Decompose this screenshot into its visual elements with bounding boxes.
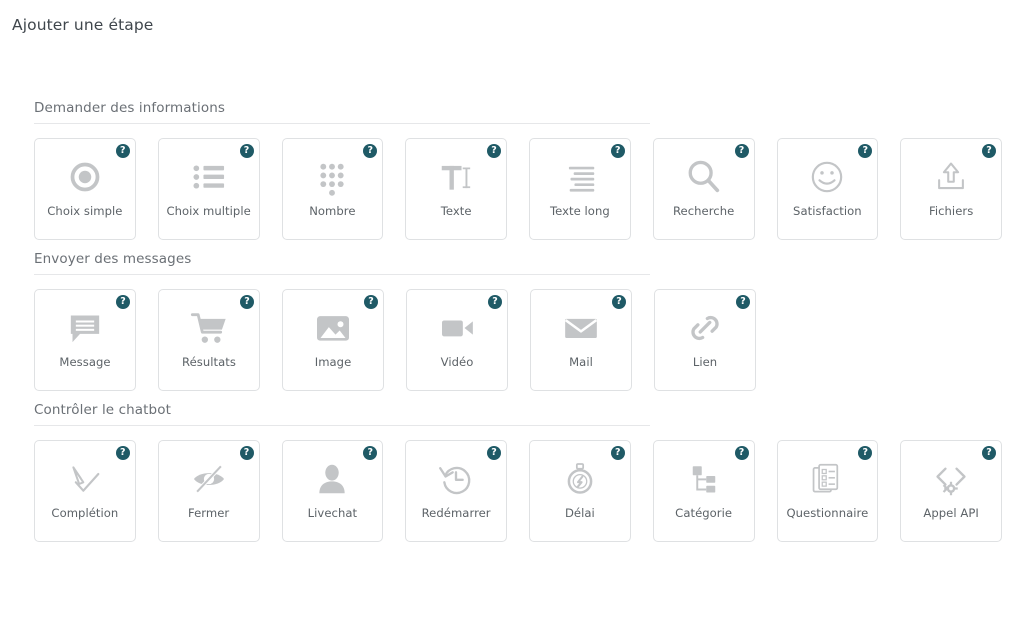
step-card-label: Vidéo bbox=[440, 355, 474, 369]
help-badge-icon[interactable]: ? bbox=[612, 295, 626, 309]
step-card-label: Fermer bbox=[188, 506, 230, 520]
step-card[interactable]: ? Nombre bbox=[281, 138, 384, 240]
section-header: Contrôler le chatbot bbox=[34, 402, 650, 426]
help-badge-icon[interactable]: ? bbox=[115, 446, 130, 460]
step-card[interactable]: ? Image bbox=[282, 289, 384, 391]
step-card[interactable]: ? Résultats bbox=[158, 289, 260, 391]
step-card[interactable]: ? Lien bbox=[654, 289, 756, 391]
step-card-label: Redémarrer bbox=[421, 506, 491, 520]
step-card-label: Choix multiple bbox=[166, 204, 251, 218]
step-card-label: Livechat bbox=[307, 506, 358, 520]
step-card-label: Recherche bbox=[672, 204, 735, 218]
help-badge-icon[interactable]: ? bbox=[982, 144, 996, 158]
help-badge-icon[interactable]: ? bbox=[982, 446, 996, 460]
card-grid: ? Choix simple? Choix multiple? Nombre? Text… bbox=[34, 138, 1024, 240]
step-card-label: Complétion bbox=[51, 506, 119, 520]
step-card[interactable]: ? Mail bbox=[530, 289, 632, 391]
step-card[interactable]: ? Vidéo bbox=[406, 289, 508, 391]
step-card[interactable]: ? Appel API bbox=[900, 440, 1002, 542]
step-card-label: Fichiers bbox=[928, 204, 974, 218]
help-badge-icon[interactable]: ? bbox=[736, 295, 750, 309]
card-grid: ? Message? Résultats? Image? Vidéo? Mail? Lien bbox=[34, 289, 1024, 391]
step-card-label: Texte bbox=[440, 204, 472, 218]
step-card[interactable]: ? Fichiers bbox=[900, 138, 1002, 240]
section-header: Envoyer des messages bbox=[34, 251, 650, 275]
section-envoyer-des-messages: Envoyer des messages? Message? Résultats? I… bbox=[0, 251, 1024, 391]
help-badge-icon[interactable]: ? bbox=[488, 295, 502, 309]
help-badge-icon[interactable]: ? bbox=[115, 144, 130, 158]
step-card-label: Appel API bbox=[923, 506, 979, 520]
section-header: Demander des informations bbox=[34, 100, 650, 124]
step-card[interactable]: ? Fermer bbox=[157, 440, 260, 542]
step-card-label: Texte long bbox=[549, 204, 610, 218]
card-grid: ? Complétion? Fermer? Livechat? Redémarrer? D… bbox=[34, 440, 1024, 542]
step-card[interactable]: ? Recherche bbox=[652, 138, 755, 240]
help-badge-icon[interactable]: ? bbox=[734, 446, 749, 460]
help-badge-icon[interactable]: ? bbox=[116, 295, 130, 309]
step-card[interactable]: ? Complétion bbox=[34, 440, 136, 542]
step-card[interactable]: ? Satisfaction bbox=[776, 138, 879, 240]
section-controler-le-chatbot: Contrôler le chatbot? Complétion? Fermer? L… bbox=[0, 402, 1024, 542]
step-card[interactable]: ? Catégorie bbox=[652, 440, 755, 542]
help-badge-icon[interactable]: ? bbox=[610, 144, 625, 158]
help-badge-icon[interactable]: ? bbox=[239, 446, 254, 460]
step-card-label: Lien bbox=[692, 355, 718, 369]
step-card-label: Satisfaction bbox=[793, 204, 862, 218]
step-card[interactable]: ? Texte long bbox=[529, 138, 631, 240]
help-badge-icon[interactable]: ? bbox=[239, 144, 254, 158]
step-card-label: Délai bbox=[564, 506, 595, 520]
step-card-label: Résultats bbox=[182, 355, 236, 369]
help-badge-icon[interactable]: ? bbox=[240, 295, 254, 309]
help-badge-icon[interactable]: ? bbox=[610, 446, 625, 460]
step-card[interactable]: ? Texte bbox=[405, 138, 507, 240]
step-card[interactable]: ? Livechat bbox=[281, 440, 384, 542]
step-card[interactable]: ? Délai bbox=[529, 440, 631, 542]
step-card-label: Choix simple bbox=[47, 204, 123, 218]
step-card[interactable]: ? Choix simple bbox=[34, 138, 136, 240]
help-badge-icon[interactable]: ? bbox=[364, 295, 378, 309]
help-badge-icon[interactable]: ? bbox=[487, 144, 501, 158]
step-card-label: Questionnaire bbox=[786, 506, 869, 520]
step-type-sections: Demander des informations? Choix simple? C… bbox=[0, 100, 1024, 542]
step-card-label: Nombre bbox=[309, 204, 356, 218]
step-card[interactable]: ? Redémarrer bbox=[405, 440, 507, 542]
help-badge-icon[interactable]: ? bbox=[734, 144, 749, 158]
step-card-label: Catégorie bbox=[675, 506, 733, 520]
section-demander-des-informations: Demander des informations? Choix simple? C… bbox=[0, 100, 1024, 240]
step-card[interactable]: ? Choix multiple bbox=[157, 138, 260, 240]
step-card-label: Image bbox=[314, 355, 352, 369]
step-card[interactable]: ? Message bbox=[34, 289, 136, 391]
step-card-label: Message bbox=[59, 355, 111, 369]
step-card[interactable]: ? Questionnaire bbox=[776, 440, 879, 542]
help-badge-icon[interactable]: ? bbox=[487, 446, 501, 460]
step-card-label: Mail bbox=[569, 355, 593, 369]
page-title: Ajouter une étape bbox=[12, 16, 154, 34]
